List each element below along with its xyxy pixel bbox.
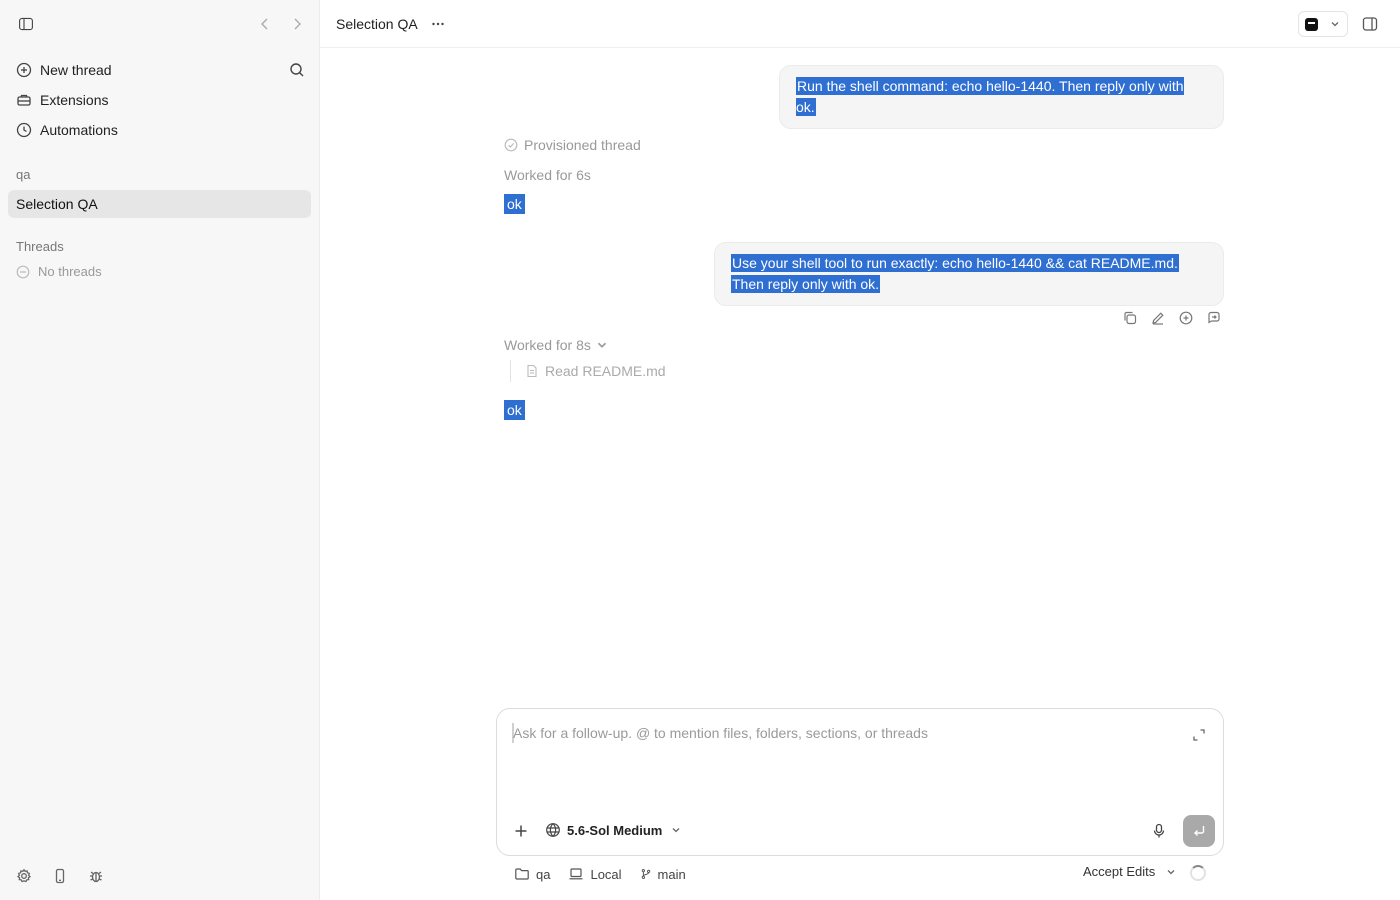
folder-label: qa	[536, 866, 551, 882]
user-message[interactable]: Use your shell tool to run exactly: echo…	[714, 242, 1224, 306]
threads-section-label: Threads	[16, 239, 64, 254]
model-selector[interactable]: 5.6-Sol Medium	[545, 822, 682, 838]
tool-call-item[interactable]: Read README.md	[510, 360, 666, 382]
sidebar-nav: New thread Extensions Automations	[8, 55, 312, 145]
branch-selector[interactable]: main	[640, 866, 686, 882]
add-attachment-icon[interactable]	[513, 823, 529, 839]
user-message-text: Run the shell command: echo hello-1440. …	[796, 77, 1184, 116]
copy-icon[interactable]	[1122, 310, 1138, 326]
user-message-line: Use your shell tool to run exactly: echo…	[731, 254, 1179, 272]
bug-icon[interactable]	[88, 868, 104, 884]
sidebar: New thread Extensions Automations qa Sel…	[0, 0, 320, 900]
expand-icon[interactable]	[1191, 727, 1207, 743]
model-label: 5.6-Sol Medium	[567, 822, 663, 838]
tool-call-label: Read README.md	[545, 363, 666, 379]
thread-status-icon	[504, 138, 518, 152]
git-branch-icon	[640, 866, 652, 882]
side-panel-toggle-icon[interactable]	[1362, 16, 1378, 32]
fork-icon[interactable]	[1178, 310, 1194, 326]
laptop-icon	[568, 866, 584, 882]
branch-label: main	[657, 866, 686, 882]
threads-empty-state: No threads	[16, 264, 102, 279]
environment-label: Local	[590, 866, 622, 882]
worked-duration: Worked for 6s	[504, 167, 591, 183]
worked-duration-toggle[interactable]: Worked for 8s	[504, 337, 615, 353]
user-message-line: Then reply only with ok.	[731, 275, 881, 293]
composer: 5.6-Sol Medium	[496, 708, 1224, 856]
automations-label: Automations	[40, 122, 118, 138]
environment-selector[interactable]: Local	[568, 866, 622, 882]
provisioned-label: Provisioned thread	[524, 137, 641, 153]
chevron-left-icon[interactable]	[257, 16, 273, 32]
clock-icon	[16, 122, 32, 138]
gear-icon[interactable]	[16, 868, 32, 884]
new-thread-label: New thread	[40, 62, 112, 78]
toolbox-icon	[16, 92, 32, 108]
chevron-down-icon	[595, 338, 609, 352]
sidebar-toolbar	[0, 0, 320, 48]
project-section-label: qa	[16, 167, 31, 182]
new-thread-button[interactable]: New thread	[8, 55, 312, 85]
provisioned-status: Provisioned thread	[504, 137, 641, 153]
chevron-down-icon	[670, 824, 682, 836]
user-message[interactable]: Run the shell command: echo hello-1440. …	[779, 65, 1224, 129]
open-in-app-button[interactable]	[1298, 11, 1348, 37]
plus-circle-icon	[16, 62, 32, 78]
chevron-down-icon	[1165, 866, 1177, 878]
empty-circle-icon	[16, 265, 30, 279]
phone-icon[interactable]	[52, 868, 68, 884]
approval-mode-label: Accept Edits	[1083, 864, 1156, 879]
assistant-reply: ok	[504, 194, 525, 214]
automations-button[interactable]: Automations	[8, 115, 312, 145]
loading-spinner-icon	[1190, 865, 1206, 881]
sidebar-toggle-icon[interactable]	[16, 15, 36, 33]
assistant-reply: ok	[504, 400, 525, 420]
composer-footer: qa Local main Accept Edits	[514, 864, 1224, 884]
worked-label: Worked for 6s	[504, 167, 591, 183]
folder-selector[interactable]: qa	[514, 866, 550, 882]
edit-icon[interactable]	[1150, 310, 1166, 326]
thread-header: Selection QA	[320, 0, 1400, 48]
enter-icon	[1191, 823, 1207, 839]
page-title: Selection QA	[336, 16, 418, 32]
threads-empty-label: No threads	[38, 264, 102, 279]
share-icon[interactable]	[1206, 310, 1222, 326]
search-icon[interactable]	[289, 62, 305, 78]
send-button[interactable]	[1183, 815, 1215, 847]
message-actions	[1122, 310, 1222, 326]
chevron-down-icon	[1329, 18, 1341, 30]
sidebar-footer	[16, 868, 104, 884]
microphone-icon[interactable]	[1151, 823, 1167, 839]
approval-mode-selector[interactable]: Accept Edits	[1083, 864, 1177, 879]
sidebar-item-selection-qa[interactable]: Selection QA	[8, 190, 311, 218]
extensions-label: Extensions	[40, 92, 109, 108]
app-logo-icon	[1305, 17, 1318, 31]
more-options-icon[interactable]	[430, 16, 446, 32]
chevron-right-icon[interactable]	[289, 16, 305, 32]
follow-up-input[interactable]	[513, 725, 1173, 741]
sidebar-item-label: Selection QA	[16, 196, 98, 212]
model-logo-icon	[545, 822, 561, 838]
worked-label: Worked for 8s	[504, 337, 591, 353]
folder-icon	[514, 866, 530, 882]
extensions-button[interactable]: Extensions	[8, 85, 312, 115]
file-icon	[525, 364, 539, 378]
